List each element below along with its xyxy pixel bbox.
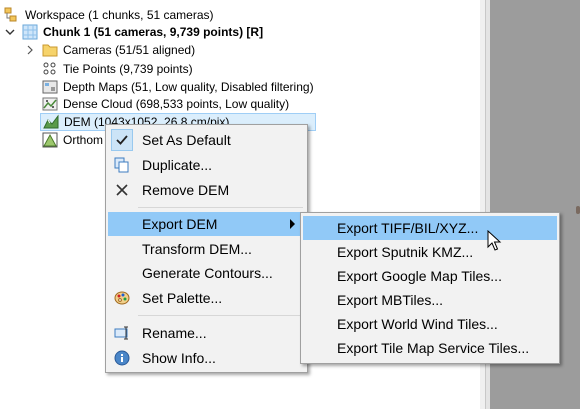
show-info-label: Show Info... xyxy=(142,350,216,366)
tie-points-icon xyxy=(42,61,58,77)
set-palette-label: Set Palette... xyxy=(142,290,223,306)
dense-cloud-label: Dense Cloud (698,533 points, Low quality… xyxy=(63,97,290,111)
menu-separator xyxy=(138,207,303,208)
mouse-pointer-icon xyxy=(487,229,503,252)
set-as-default-label: Set As Default xyxy=(142,132,231,148)
generate-contours-label: Generate Contours... xyxy=(142,265,273,281)
duplicate-icon xyxy=(114,157,130,173)
dem-context-menu: Set As Default Duplicate... Remove DEM E… xyxy=(105,124,308,373)
menu-export-tile-map-service-tiles[interactable]: Export Tile Map Service Tiles... xyxy=(303,336,557,360)
menu-export-dem[interactable]: Export DEM xyxy=(108,212,305,236)
cameras-label: Cameras (51/51 aligned) xyxy=(63,43,196,57)
menu-export-mbtiles[interactable]: Export MBTiles... xyxy=(303,288,557,312)
export-google-label: Export Google Map Tiles... xyxy=(337,268,502,284)
orthomosaic-label: Orthom xyxy=(63,133,104,147)
rename-label: Rename... xyxy=(142,325,207,341)
orthomosaic-icon xyxy=(42,132,58,148)
checkmark-icon xyxy=(111,129,133,151)
folder-icon xyxy=(42,42,58,58)
depth-maps-label: Depth Maps (51, Low quality, Disabled fi… xyxy=(63,80,314,94)
workspace-icon xyxy=(4,7,20,23)
tree-item-tie-points[interactable]: Tie Points (9,739 points) xyxy=(42,60,193,78)
palette-icon xyxy=(114,290,130,306)
export-sputnik-label: Export Sputnik KMZ... xyxy=(337,244,474,260)
tree-item-cameras[interactable]: Cameras (51/51 aligned) xyxy=(42,41,195,59)
tie-points-label: Tie Points (9,739 points) xyxy=(63,62,193,76)
menu-remove-dem[interactable]: Remove DEM xyxy=(108,178,305,202)
menu-set-as-default[interactable]: Set As Default xyxy=(108,128,305,152)
cameras-expand-arrow[interactable] xyxy=(24,41,36,59)
export-dem-label: Export DEM xyxy=(142,216,218,232)
submenu-arrow-icon xyxy=(290,219,295,229)
tree-item-depth-maps[interactable]: Depth Maps (51, Low quality, Disabled fi… xyxy=(42,78,314,96)
view-artifact xyxy=(576,206,580,214)
tree-workspace-row[interactable]: Workspace (1 chunks, 51 cameras) xyxy=(4,6,214,24)
tree-item-dense-cloud[interactable]: Dense Cloud (698,533 points, Low quality… xyxy=(42,95,289,113)
tree-chunk-row[interactable]: Chunk 1 (51 cameras, 9,739 points) [R] xyxy=(22,23,263,41)
export-dem-submenu: Export TIFF/BIL/XYZ... Export Sputnik KM… xyxy=(300,212,560,364)
tree-item-orthomosaic[interactable]: Orthom xyxy=(42,131,103,149)
chunk-icon xyxy=(22,24,38,40)
menu-set-palette[interactable]: Set Palette... xyxy=(108,286,305,310)
remove-dem-label: Remove DEM xyxy=(142,182,230,198)
rename-icon xyxy=(114,325,130,341)
menu-export-google-map-tiles[interactable]: Export Google Map Tiles... xyxy=(303,264,557,288)
export-tiff-label: Export TIFF/BIL/XYZ... xyxy=(337,220,479,236)
depth-maps-icon xyxy=(42,79,58,95)
menu-rename[interactable]: Rename... xyxy=(108,321,305,345)
dense-cloud-icon xyxy=(42,96,58,112)
transform-dem-label: Transform DEM... xyxy=(142,241,252,257)
duplicate-label: Duplicate... xyxy=(142,157,213,173)
menu-duplicate[interactable]: Duplicate... xyxy=(108,153,305,177)
menu-export-sputnik-kmz[interactable]: Export Sputnik KMZ... xyxy=(303,240,557,264)
chunk-label: Chunk 1 (51 cameras, 9,739 points) [R] xyxy=(43,25,264,39)
export-tms-label: Export Tile Map Service Tiles... xyxy=(337,340,530,356)
info-icon xyxy=(114,350,130,366)
chunk-expand-arrow[interactable] xyxy=(4,23,16,41)
menu-export-tiff-bil-xyz[interactable]: Export TIFF/BIL/XYZ... xyxy=(303,216,557,240)
menu-transform-dem[interactable]: Transform DEM... xyxy=(108,237,305,261)
menu-export-world-wind-tiles[interactable]: Export World Wind Tiles... xyxy=(303,312,557,336)
export-worldwind-label: Export World Wind Tiles... xyxy=(337,316,498,332)
menu-separator xyxy=(138,315,303,316)
close-icon xyxy=(114,182,130,198)
menu-generate-contours[interactable]: Generate Contours... xyxy=(108,261,305,285)
menu-show-info[interactable]: Show Info... xyxy=(108,346,305,370)
workspace-label: Workspace (1 chunks, 51 cameras) xyxy=(25,8,214,22)
export-mbtiles-label: Export MBTiles... xyxy=(337,292,444,308)
dem-icon xyxy=(43,114,59,130)
